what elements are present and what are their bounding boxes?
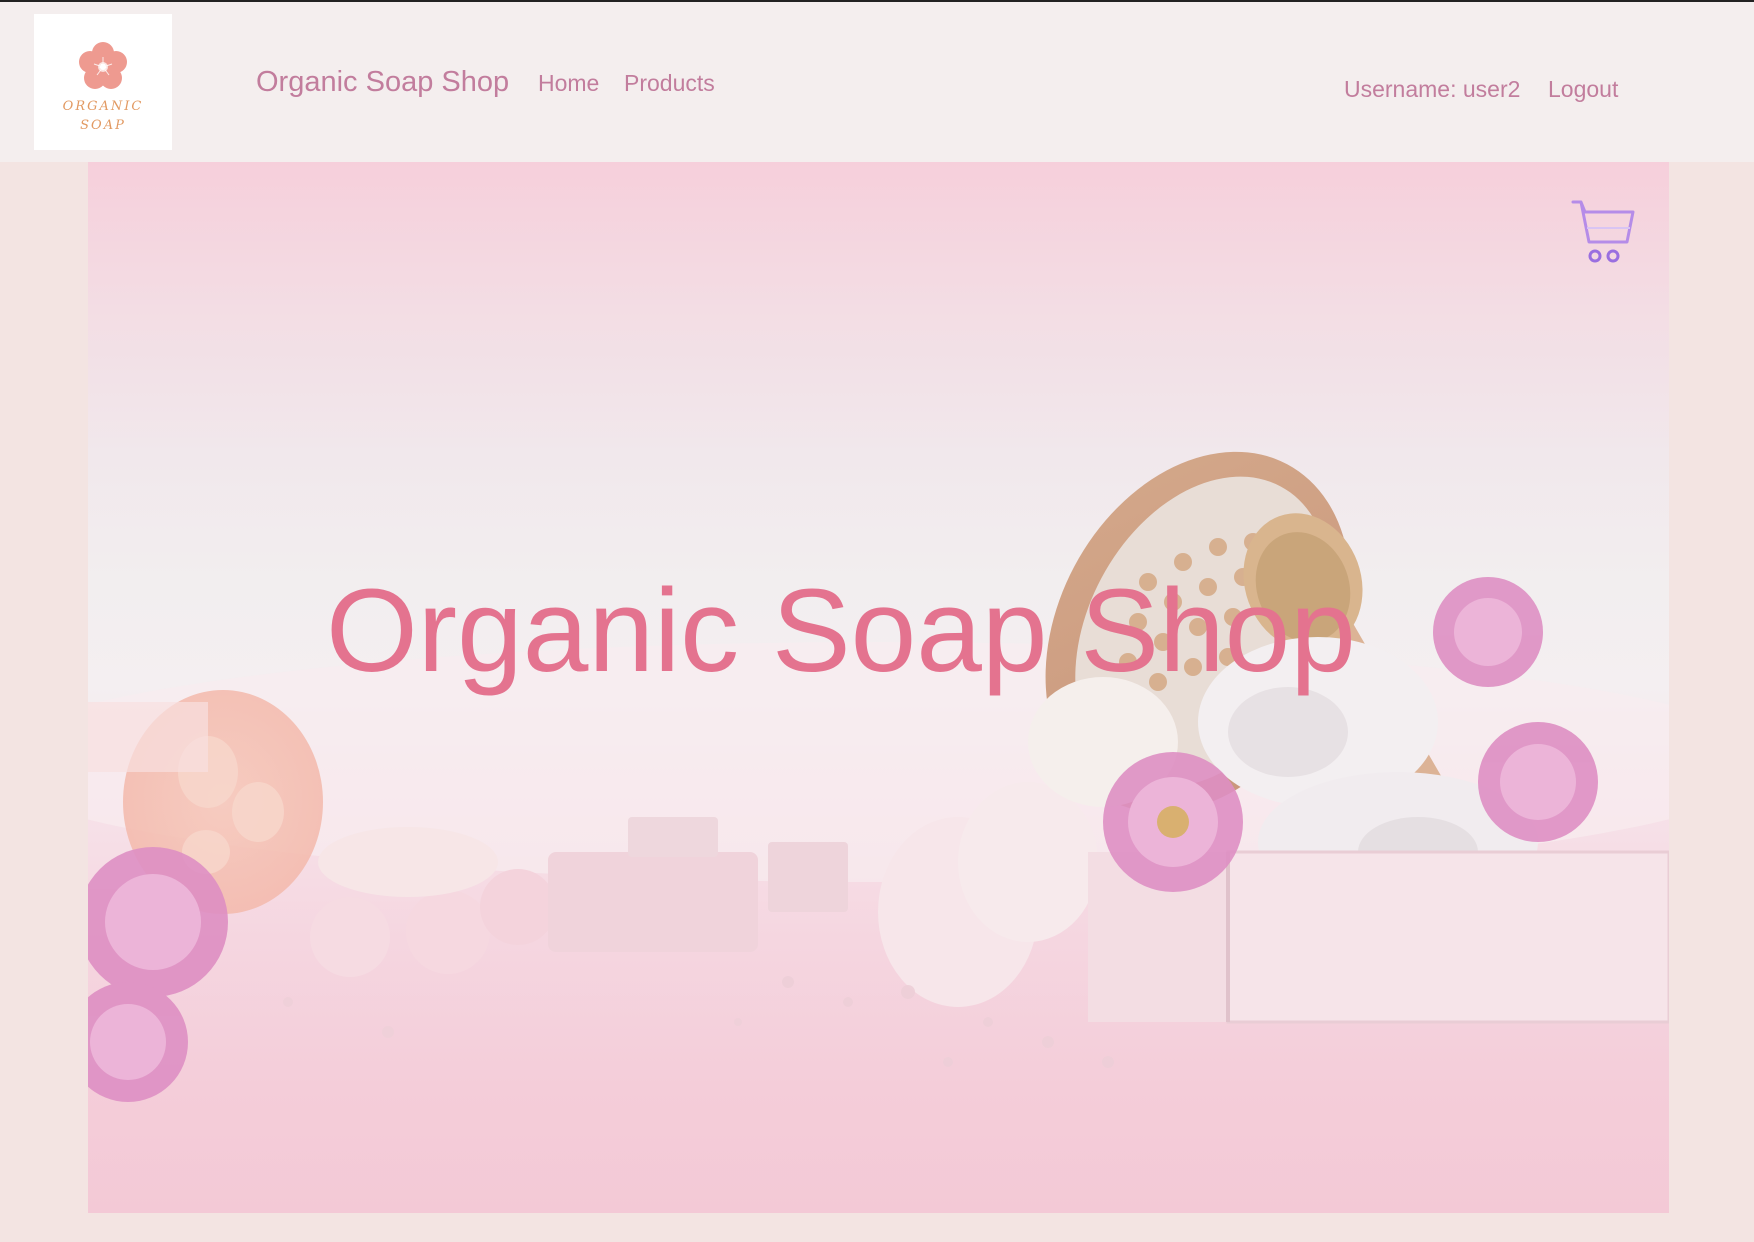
username-label: Username: user2	[1344, 76, 1521, 102]
flower-logo-icon	[79, 42, 127, 89]
hero-banner: Organic Soap Shop	[88, 162, 1669, 1213]
shopping-cart-icon[interactable]	[1571, 198, 1637, 268]
hero-title: Organic Soap Shop	[326, 565, 1356, 697]
logout-link[interactable]: Logout	[1548, 76, 1618, 103]
logo[interactable]: ORGANIC SOAP	[34, 14, 172, 150]
logo-text-organic: ORGANIC	[62, 99, 144, 114]
logo-text-soap: SOAP	[80, 118, 126, 133]
nav-products-link[interactable]: Products	[624, 70, 715, 97]
brand-link[interactable]: Organic Soap Shop	[256, 66, 509, 99]
navbar: ORGANIC SOAP Organic Soap Shop Home Prod…	[0, 2, 1754, 162]
nav-home-link[interactable]: Home	[538, 70, 599, 97]
